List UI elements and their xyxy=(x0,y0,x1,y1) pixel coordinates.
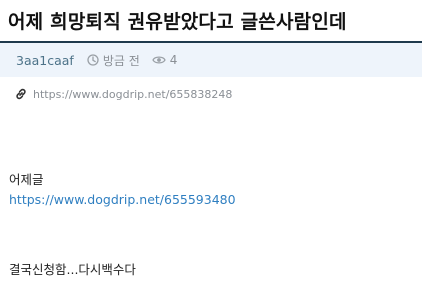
content-link[interactable]: https://www.dogdrip.net/655593480 xyxy=(9,192,236,207)
post-time-label: 방금 전 xyxy=(102,53,140,68)
eye-icon xyxy=(152,56,166,64)
post-time: 방금 전 xyxy=(87,52,140,69)
post-view: 어제 희망퇴직 권유받았다고 글쓴사람인데 3aa1caaf 방금 전 4 ht… xyxy=(0,0,422,281)
clock-icon xyxy=(87,54,99,66)
content-line-2: 결국신청함...다시백수다 xyxy=(9,262,136,277)
content-line-1: 어제글 xyxy=(9,172,44,187)
source-link-row: https://www.dogdrip.net/655838248 xyxy=(14,87,232,101)
link-icon xyxy=(16,88,26,100)
post-title: 어제 희망퇴직 권유받았다고 글쓴사람인데 xyxy=(8,11,347,33)
post-meta-bar: 3aa1caaf 방금 전 4 xyxy=(0,43,422,77)
post-views: 4 xyxy=(152,53,178,67)
source-url-link[interactable]: https://www.dogdrip.net/655838248 xyxy=(33,88,232,101)
post-views-count: 4 xyxy=(169,53,178,67)
author-link[interactable]: 3aa1caaf xyxy=(16,53,74,68)
